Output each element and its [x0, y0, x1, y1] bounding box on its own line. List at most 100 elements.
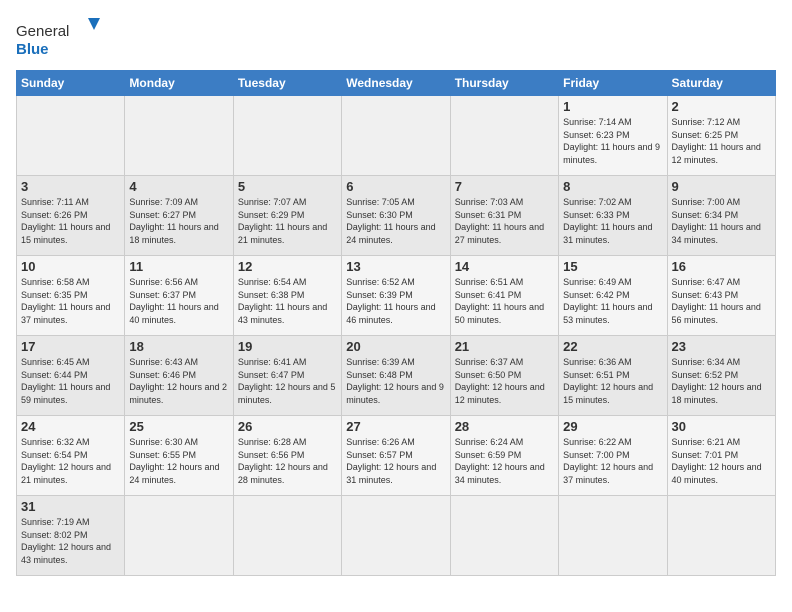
calendar-cell: 19Sunrise: 6:41 AM Sunset: 6:47 PM Dayli… — [233, 336, 341, 416]
day-info: Sunrise: 6:24 AM Sunset: 6:59 PM Dayligh… — [455, 436, 554, 486]
calendar-cell: 3Sunrise: 7:11 AM Sunset: 6:26 PM Daylig… — [17, 176, 125, 256]
week-row-3: 10 Sunrise: 6:58 AM Sunset: 6:35 PM Dayli… — [17, 256, 776, 336]
day-number: 8 — [563, 179, 662, 194]
day-info: Sunrise: 6:45 AM Sunset: 6:44 PM Dayligh… — [21, 356, 120, 406]
day-number: 12 — [238, 259, 337, 274]
day-info: Sunrise: 6:39 AM Sunset: 6:48 PM Dayligh… — [346, 356, 445, 406]
calendar-cell: 16 Sunrise: 6:47 AM Sunset: 6:43 PM Dayli… — [667, 256, 775, 336]
day-info: Sunrise: 6:21 AM Sunset: 7:01 PM Dayligh… — [672, 436, 771, 486]
day-number: 1 — [563, 99, 662, 114]
day-info: Sunrise: 6:34 AM Sunset: 6:52 PM Dayligh… — [672, 356, 771, 406]
day-number: 13 — [346, 259, 445, 274]
logo: General Blue — [16, 16, 106, 60]
day-info: Sunrise: 6:58 AM Sunset: 6:35 PM Dayligh… — [21, 276, 120, 326]
generalblue-logo: General Blue — [16, 16, 106, 60]
calendar-cell: 2 Sunrise: 7:12 AM Sunset: 6:25 PM Daylig… — [667, 96, 775, 176]
day-number: 10 — [21, 259, 120, 274]
week-row-1: 1 Sunrise: 7:14 AM Sunset: 6:23 PM Daylig… — [17, 96, 776, 176]
day-info: Sunrise: 7:14 AM Sunset: 6:23 PM Dayligh… — [563, 116, 662, 166]
day-number: 28 — [455, 419, 554, 434]
day-number: 5 — [238, 179, 337, 194]
day-info: Sunrise: 6:49 AM Sunset: 6:42 PM Dayligh… — [563, 276, 662, 326]
day-info: Sunrise: 6:36 AM Sunset: 6:51 PM Dayligh… — [563, 356, 662, 406]
day-info: Sunrise: 6:56 AM Sunset: 6:37 PM Dayligh… — [129, 276, 228, 326]
calendar-cell — [17, 96, 125, 176]
day-number: 25 — [129, 419, 228, 434]
calendar-cell: 11Sunrise: 6:56 AM Sunset: 6:37 PM Dayli… — [125, 256, 233, 336]
day-header-sunday: Sunday — [17, 71, 125, 96]
calendar-cell — [667, 496, 775, 576]
calendar-cell: 15Sunrise: 6:49 AM Sunset: 6:42 PM Dayli… — [559, 256, 667, 336]
day-info: Sunrise: 6:28 AM Sunset: 6:56 PM Dayligh… — [238, 436, 337, 486]
day-info: Sunrise: 6:32 AM Sunset: 6:54 PM Dayligh… — [21, 436, 120, 486]
day-number: 7 — [455, 179, 554, 194]
calendar-cell: 6Sunrise: 7:05 AM Sunset: 6:30 PM Daylig… — [342, 176, 450, 256]
calendar-cell: 4Sunrise: 7:09 AM Sunset: 6:27 PM Daylig… — [125, 176, 233, 256]
day-number: 16 — [672, 259, 771, 274]
day-info: Sunrise: 6:54 AM Sunset: 6:38 PM Dayligh… — [238, 276, 337, 326]
week-row-5: 24 Sunrise: 6:32 AM Sunset: 6:54 PM Dayli… — [17, 416, 776, 496]
day-info: Sunrise: 6:47 AM Sunset: 6:43 PM Dayligh… — [672, 276, 771, 326]
day-number: 24 — [21, 419, 120, 434]
day-header-thursday: Thursday — [450, 71, 558, 96]
calendar-table: SundayMondayTuesdayWednesdayThursdayFrid… — [16, 70, 776, 576]
calendar-cell: 5 Sunrise: 7:07 AM Sunset: 6:29 PM Daylig… — [233, 176, 341, 256]
day-info: Sunrise: 6:52 AM Sunset: 6:39 PM Dayligh… — [346, 276, 445, 326]
calendar-cell — [233, 96, 341, 176]
calendar-cell — [233, 496, 341, 576]
day-info: Sunrise: 7:05 AM Sunset: 6:30 PM Dayligh… — [346, 196, 445, 246]
calendar-cell: 23 Sunrise: 6:34 AM Sunset: 6:52 PM Dayli… — [667, 336, 775, 416]
day-number: 26 — [238, 419, 337, 434]
day-info: Sunrise: 6:26 AM Sunset: 6:57 PM Dayligh… — [346, 436, 445, 486]
day-number: 14 — [455, 259, 554, 274]
week-row-2: 3Sunrise: 7:11 AM Sunset: 6:26 PM Daylig… — [17, 176, 776, 256]
day-number: 31 — [21, 499, 120, 514]
calendar-cell — [559, 496, 667, 576]
calendar-cell: 9Sunrise: 7:00 AM Sunset: 6:34 PM Daylig… — [667, 176, 775, 256]
day-number: 23 — [672, 339, 771, 354]
day-header-friday: Friday — [559, 71, 667, 96]
calendar-cell: 12 Sunrise: 6:54 AM Sunset: 6:38 PM Dayli… — [233, 256, 341, 336]
day-info: Sunrise: 6:41 AM Sunset: 6:47 PM Dayligh… — [238, 356, 337, 406]
day-info: Sunrise: 6:43 AM Sunset: 6:46 PM Dayligh… — [129, 356, 228, 406]
day-info: Sunrise: 7:12 AM Sunset: 6:25 PM Dayligh… — [672, 116, 771, 166]
day-number: 29 — [563, 419, 662, 434]
calendar-cell — [342, 96, 450, 176]
day-number: 21 — [455, 339, 554, 354]
week-row-4: 17Sunrise: 6:45 AM Sunset: 6:44 PM Dayli… — [17, 336, 776, 416]
day-info: Sunrise: 7:07 AM Sunset: 6:29 PM Dayligh… — [238, 196, 337, 246]
calendar-cell: 27 Sunrise: 6:26 AM Sunset: 6:57 PM Dayli… — [342, 416, 450, 496]
calendar-cell — [450, 96, 558, 176]
day-info: Sunrise: 6:51 AM Sunset: 6:41 PM Dayligh… — [455, 276, 554, 326]
day-header-tuesday: Tuesday — [233, 71, 341, 96]
calendar-cell: 17Sunrise: 6:45 AM Sunset: 6:44 PM Dayli… — [17, 336, 125, 416]
day-info: Sunrise: 7:09 AM Sunset: 6:27 PM Dayligh… — [129, 196, 228, 246]
day-header-wednesday: Wednesday — [342, 71, 450, 96]
calendar-cell: 28 Sunrise: 6:24 AM Sunset: 6:59 PM Dayli… — [450, 416, 558, 496]
calendar-cell: 24 Sunrise: 6:32 AM Sunset: 6:54 PM Dayli… — [17, 416, 125, 496]
svg-text:Blue: Blue — [16, 41, 49, 58]
day-info: Sunrise: 6:30 AM Sunset: 6:55 PM Dayligh… — [129, 436, 228, 486]
calendar-cell: 13 Sunrise: 6:52 AM Sunset: 6:39 PM Dayli… — [342, 256, 450, 336]
svg-text:General: General — [16, 23, 69, 40]
calendar-cell: 20 Sunrise: 6:39 AM Sunset: 6:48 PM Dayli… — [342, 336, 450, 416]
day-number: 20 — [346, 339, 445, 354]
day-info: Sunrise: 7:03 AM Sunset: 6:31 PM Dayligh… — [455, 196, 554, 246]
days-header-row: SundayMondayTuesdayWednesdayThursdayFrid… — [17, 71, 776, 96]
calendar-cell — [342, 496, 450, 576]
calendar-cell: 26 Sunrise: 6:28 AM Sunset: 6:56 PM Dayli… — [233, 416, 341, 496]
day-number: 30 — [672, 419, 771, 434]
day-info: Sunrise: 7:02 AM Sunset: 6:33 PM Dayligh… — [563, 196, 662, 246]
day-info: Sunrise: 6:37 AM Sunset: 6:50 PM Dayligh… — [455, 356, 554, 406]
calendar-cell — [450, 496, 558, 576]
day-number: 9 — [672, 179, 771, 194]
day-number: 2 — [672, 99, 771, 114]
day-number: 27 — [346, 419, 445, 434]
day-header-monday: Monday — [125, 71, 233, 96]
calendar-cell: 29Sunrise: 6:22 AM Sunset: 7:00 PM Dayli… — [559, 416, 667, 496]
day-number: 3 — [21, 179, 120, 194]
calendar-cell: 8 Sunrise: 7:02 AM Sunset: 6:33 PM Daylig… — [559, 176, 667, 256]
calendar-cell: 7 Sunrise: 7:03 AM Sunset: 6:31 PM Daylig… — [450, 176, 558, 256]
calendar-cell: 1 Sunrise: 7:14 AM Sunset: 6:23 PM Daylig… — [559, 96, 667, 176]
calendar-cell — [125, 96, 233, 176]
